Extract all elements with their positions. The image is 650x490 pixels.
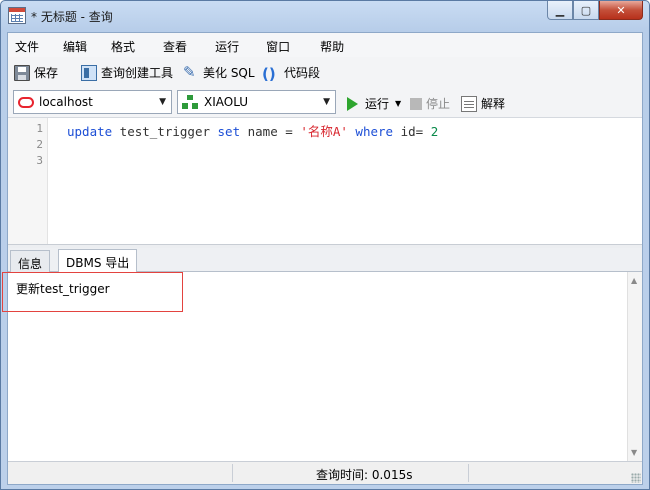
tab-info[interactable]: 信息 [10,250,51,272]
query-builder-button[interactable]: 查询创建工具 [81,64,173,81]
maximize-icon: ▢ [580,3,592,17]
status-divider [468,464,469,482]
line-number-gutter: 1 2 3 [8,118,48,244]
code-snippet-label: 代码段 [284,66,321,80]
scroll-up-icon[interactable]: ▲ [631,276,637,285]
sql-keyword: set [217,124,241,139]
beautify-label: 美化 SQL [203,66,255,80]
stop-button[interactable]: 停止 [410,95,450,112]
sql-code-line: update test_trigger set name = '名称A' whe… [67,121,438,140]
maximize-button[interactable]: ▢ [573,1,599,20]
code-snippet-button[interactable]: () 代码段 [262,64,321,83]
chevron-down-icon: ▼ [323,97,330,107]
server-select[interactable]: localhost ▼ [13,90,172,114]
minimize-icon: ▁ [555,3,565,17]
line-number: 1 [36,122,43,135]
sql-table: test_trigger [112,124,218,139]
explain-button[interactable]: 解释 [461,95,505,112]
sql-keyword: update [67,124,113,139]
window-title: * 无标题 - 查询 [31,10,113,24]
connection-bar: localhost ▼ XIAOLU ▼ 运行 ▼ 停止 解释 [8,87,642,117]
status-divider [232,464,233,482]
menu-window[interactable]: 窗口 [266,33,290,57]
menu-bar: 文件 编辑 格式 查看 运行 窗口 帮助 [8,33,642,57]
explain-label: 解释 [481,97,506,111]
menu-edit[interactable]: 编辑 [63,33,87,57]
stop-label: 停止 [426,97,451,111]
close-button[interactable]: ✕ [599,1,643,20]
sql-number: 2 [430,124,439,139]
close-icon: ✕ [616,3,626,17]
code-snippet-icon: () [262,64,276,83]
sql-condition: id= [393,124,431,139]
sql-column: name = [240,124,301,139]
query-builder-icon [81,64,97,81]
tab-dbms-output[interactable]: DBMS 导出 [58,249,138,272]
stop-icon [410,97,422,110]
oracle-icon [18,96,34,108]
output-text: 更新test_trigger [16,282,110,296]
app-window: * 无标题 - 查询 ▁ ▢ ✕ 文件 编辑 格式 查看 运行 窗口 帮助 保存… [0,0,650,490]
run-icon [347,96,358,111]
query-time: 查询时间: 0.015s [316,468,413,482]
status-bar: 查询时间: 0.015s [8,461,642,484]
explain-icon [461,95,477,112]
schema-value: XIAOLU [204,95,249,109]
save-icon [14,64,30,81]
vertical-scrollbar[interactable]: ▲ ▼ [627,272,642,461]
scroll-down-icon[interactable]: ▼ [631,448,637,457]
sql-string: '名称A' [300,124,348,139]
server-value: localhost [39,95,93,109]
line-number: 3 [36,154,43,167]
dbms-output-panel: 更新test_trigger ▲ ▼ [2,272,642,461]
schema-select[interactable]: XIAOLU ▼ [177,90,336,114]
app-icon [8,7,26,24]
run-button[interactable]: 运行 ▼ [347,95,401,112]
toolbar: 保存 查询创建工具 美化 SQL () 代码段 [8,57,642,87]
resize-grip-icon[interactable] [631,473,641,483]
menu-file[interactable]: 文件 [15,33,39,57]
title-bar: * 无标题 - 查询 ▁ ▢ ✕ [1,1,649,31]
save-label: 保存 [34,66,59,80]
sql-editor[interactable]: 1 2 3 update test_trigger set name = '名称… [8,117,642,244]
minimize-button[interactable]: ▁ [547,1,573,20]
sql-keyword: where [347,124,394,139]
result-tabs: 信息 DBMS 导出 [8,248,642,272]
window-controls: ▁ ▢ ✕ [547,1,643,20]
menu-format[interactable]: 格式 [111,33,135,57]
client-area: 文件 编辑 格式 查看 运行 窗口 帮助 保存 查询创建工具 美化 SQL () [2,32,643,485]
run-dropdown-icon[interactable]: ▼ [395,99,401,108]
beautify-icon [183,63,199,81]
save-button[interactable]: 保存 [14,64,58,81]
menu-help[interactable]: 帮助 [320,33,344,57]
menu-view[interactable]: 查看 [163,33,187,57]
line-number: 2 [36,138,43,151]
schema-icon [182,95,198,109]
query-builder-label: 查询创建工具 [101,66,174,80]
run-label: 运行 [365,97,390,111]
beautify-sql-button[interactable]: 美化 SQL [183,63,255,81]
chevron-down-icon: ▼ [159,97,166,107]
menu-run[interactable]: 运行 [215,33,239,57]
